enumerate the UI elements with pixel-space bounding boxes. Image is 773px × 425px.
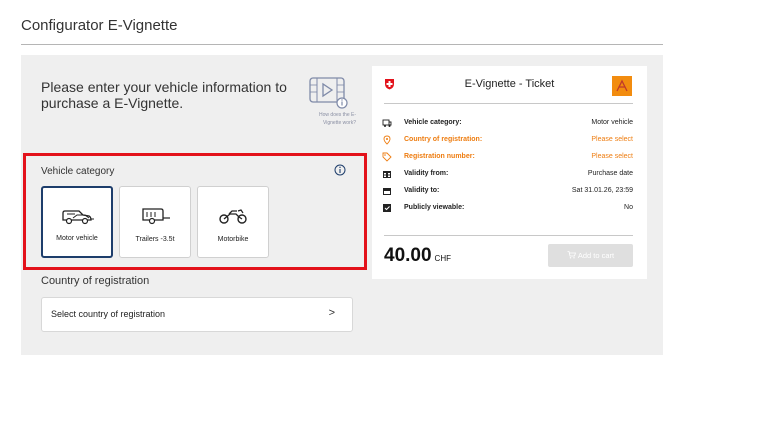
ticket-divider	[384, 103, 633, 104]
howto-caption-line-2: Vignette work?	[323, 120, 356, 126]
vehicle-option-label: Motorbike	[217, 236, 249, 243]
price-currency: CHF	[434, 254, 451, 263]
ticket-price-divider	[384, 235, 633, 236]
checkbox-icon	[383, 204, 391, 212]
ticket-row-value: Purchase date	[587, 170, 633, 177]
country-select-placeholder: Select country of registration	[51, 309, 166, 319]
ticket-row-vehicle-category: Vehicle category: Motor vehicle	[382, 118, 633, 130]
ticket-row-value: Motor vehicle	[591, 119, 633, 126]
title-divider	[21, 44, 663, 45]
vehicle-option-label: Trailers -3.5t	[135, 236, 175, 243]
vehicle-option-motor-vehicle[interactable]: Motor vehicle	[41, 186, 113, 258]
chevron-right-icon: >	[328, 307, 335, 319]
vehicle-option-motorbike[interactable]: Motorbike	[197, 186, 269, 258]
vehicle-category-label: Vehicle category	[41, 166, 115, 177]
motorbike-icon	[219, 209, 247, 224]
calendar-end-icon	[383, 188, 391, 195]
ticket-row-validity-from: Validity from: Purchase date	[382, 169, 633, 181]
trailer-icon	[142, 208, 170, 225]
country-label: Country of registration	[41, 275, 150, 287]
ticket-card: E-Vignette - Ticket Vehicle category: Mo…	[372, 66, 647, 279]
add-to-cart-button[interactable]: Add to cart	[548, 244, 633, 267]
tag-icon	[382, 152, 392, 162]
howto-caption-line-1: How does the E-	[319, 112, 356, 118]
ticket-row-label: Vehicle category:	[404, 119, 462, 126]
vehicle-option-trailers[interactable]: Trailers -3.5t	[119, 186, 191, 258]
ticket-title: E-Vignette - Ticket	[464, 78, 555, 90]
intro-text: Please enter your vehicle information to…	[41, 79, 287, 111]
car-caravan-icon	[62, 210, 94, 225]
ticket-row-value: Sat 31.01.26, 23:59	[571, 187, 633, 194]
calendar-icon	[383, 171, 391, 178]
page-title: Configurator E-Vignette	[21, 17, 178, 34]
info-icon[interactable]	[334, 164, 346, 176]
howto-video-link[interactable]: How does the E- Vignette work?	[296, 76, 356, 126]
ticket-row-value: Please select	[591, 136, 633, 143]
ticket-row-label: Publicly viewable:	[404, 204, 465, 211]
video-play-icon	[309, 77, 348, 109]
ticket-row-validity-to: Validity to: Sat 31.01.26, 23:59	[382, 186, 633, 198]
vignette-logo-icon	[614, 78, 630, 94]
location-pin-icon	[383, 135, 391, 145]
ticket-row-label: Registration number:	[404, 153, 475, 160]
ticket-row-value: Please select	[591, 153, 633, 160]
vehicle-option-label: Motor vehicle	[56, 235, 98, 242]
ticket-row-registration: Registration number: Please select	[382, 152, 633, 164]
ticket-row-country: Country of registration: Please select	[382, 135, 633, 147]
vehicle-icon	[382, 119, 392, 127]
ticket-row-label: Validity to:	[404, 187, 440, 194]
ticket-row-label: Country of registration:	[404, 136, 483, 143]
ticket-row-value: No	[624, 204, 633, 211]
ticket-row-label: Validity from:	[404, 170, 449, 177]
country-select[interactable]: Select country of registration >	[41, 297, 353, 332]
ticket-row-publicly-viewable: Publicly viewable: No	[382, 203, 633, 215]
price-amount: 40.00	[384, 245, 432, 266]
ticket-price: 40.00 CHF	[384, 245, 451, 267]
cart-icon	[567, 251, 576, 259]
vignette-logo	[612, 76, 632, 96]
add-to-cart-label: Add to cart	[577, 251, 615, 260]
